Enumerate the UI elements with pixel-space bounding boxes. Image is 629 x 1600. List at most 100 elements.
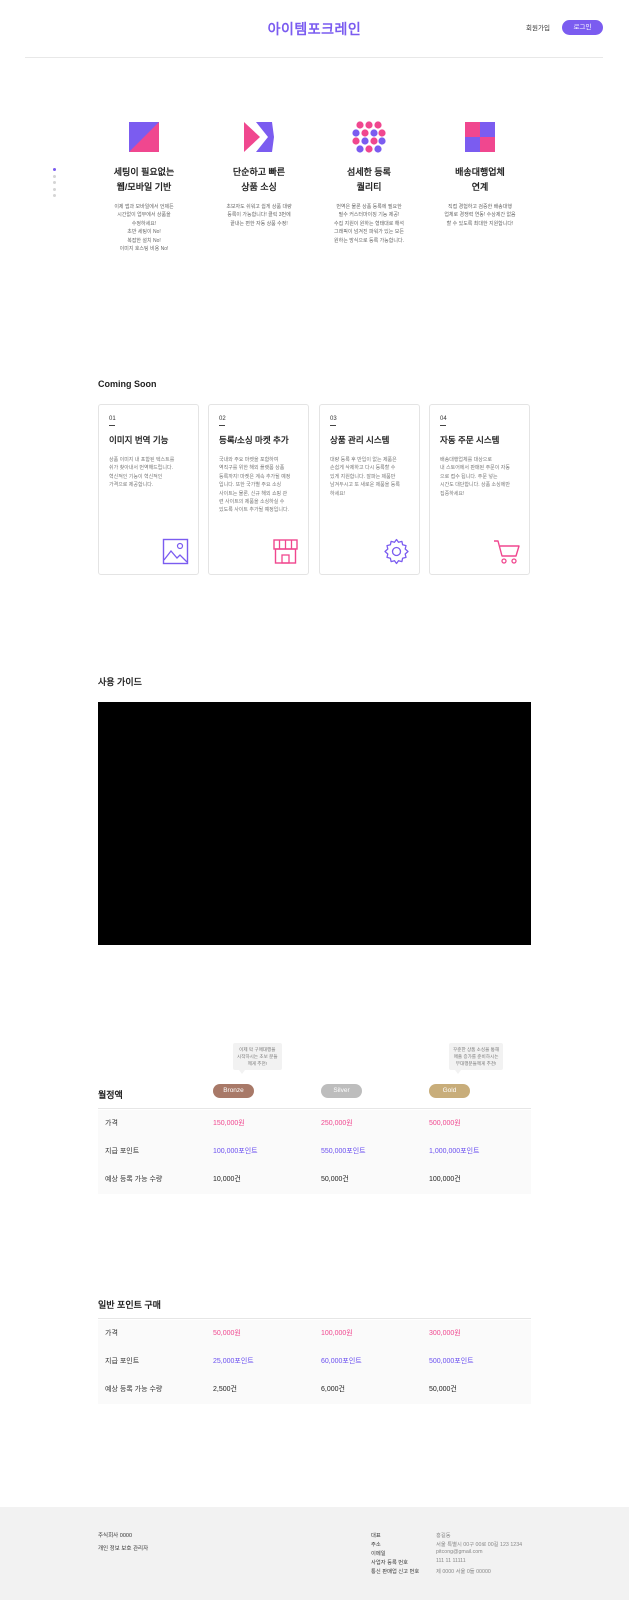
- pagination-dot-active[interactable]: [53, 168, 56, 171]
- guide-title: 사용 가이드: [98, 677, 142, 687]
- footer-info-key: 사업자 등록 번호: [371, 1560, 409, 1566]
- gold-tooltip: 꾸준한 상품 소싱을 통해 매출 증가를 준비하시는 부대행분들께게 추천!: [449, 1043, 504, 1074]
- silver-price: 250,000원: [321, 1120, 353, 1127]
- card-title: 이미지 번역 기능: [109, 435, 169, 445]
- gold-price: 500,000원: [429, 1120, 461, 1127]
- card-title: 상품 관리 시스템: [330, 435, 390, 445]
- card-number: 02: [219, 416, 226, 422]
- silver-badge[interactable]: Silver: [321, 1084, 362, 1098]
- bronze-tooltip: 이제 막 구매대행을 시작하시는 초보 분들 께게 추천!: [233, 1043, 282, 1074]
- header-divider: [25, 57, 603, 58]
- row-label: 예상 등록 가능 수량: [105, 1176, 163, 1183]
- footer-info-value: 홍길동: [436, 1533, 451, 1539]
- feature-title: 단순하고 빠른 상품 소싱: [232, 167, 286, 192]
- card-desc: 국내와 주요 마켓을 포함하여 역직구를 위한 해외 플랫폼 상품 등록까지! …: [219, 457, 291, 514]
- card-title: 등록/소싱 마켓 추가: [219, 435, 289, 445]
- coming-soon-card: 03 상품 관리 시스템 대량 등록 후 반입이 없는 제품은 손쉽게 삭제하고…: [319, 404, 420, 575]
- footer-info-value: 서울 특별시 00구 00로 00길 123 1234: [436, 1542, 523, 1548]
- feature-item: 섬세한 등록 퀄리티 번역은 물론 상품 등록에 필요한 필수 커스터마이징 기…: [314, 120, 424, 245]
- coming-soon-card: 04 자동 주문 시스템 배송대행업체를 대상으로 내 스토어에서 판매된 주문…: [429, 404, 530, 575]
- gear-icon: [384, 538, 409, 565]
- card-number-underline: [330, 425, 336, 426]
- cart-icon: [494, 540, 520, 564]
- tier2-price: 100,000원: [321, 1330, 353, 1337]
- bronze-price: 150,000원: [213, 1120, 245, 1127]
- arrow-chevron-icon: [244, 122, 274, 152]
- card-number: 03: [330, 416, 337, 422]
- tier3-points: 500,000포인트: [429, 1358, 474, 1365]
- footer-company: 주식회사 0000: [98, 1533, 133, 1539]
- site-header: 아이템포크레인 회원가입 로그인: [0, 0, 629, 58]
- split-square-icon: [129, 122, 159, 152]
- table-row: 예상 등록 가능 수량 2,500건 6,000건 50,000건: [98, 1376, 531, 1404]
- silver-quantity: 50,000건: [321, 1176, 349, 1183]
- tier3-quantity: 50,000건: [429, 1386, 457, 1393]
- card-number: 01: [109, 416, 116, 422]
- card-desc: 상품 이미지 내 포함된 텍스트를 쉬가 찾아내서 번역해드립니다. 혁신적인 …: [109, 457, 175, 489]
- footer-info-key: 주소: [371, 1542, 381, 1548]
- footer-info-key: 이메일: [371, 1551, 386, 1557]
- tier1-quantity: 2,500건: [213, 1386, 237, 1393]
- feature-item: 단순하고 빠른 상품 소싱 초보자도 쉬워고 쉽게 상품 대량 등록이 가능합니…: [204, 120, 314, 228]
- bronze-badge[interactable]: Bronze: [213, 1084, 254, 1098]
- gold-badge[interactable]: Gold: [429, 1084, 470, 1098]
- checker-square-icon: [465, 122, 495, 152]
- site-footer: 주식회사 0000 개인 정보 보호 관리자 대표 홍길동 주소 서울 특별시 …: [0, 1507, 629, 1600]
- pagination-dot[interactable]: [53, 194, 56, 197]
- pagination-dot[interactable]: [53, 187, 56, 191]
- signup-link[interactable]: 회원가입: [526, 22, 550, 32]
- dots-grid-icon: [352, 121, 386, 153]
- row-label: 가격: [105, 1330, 118, 1337]
- table-row: 지급 포인트 25,000포인트 60,000포인트 500,000포인트: [98, 1348, 531, 1376]
- tier1-price: 50,000원: [213, 1330, 241, 1337]
- feature-desc: 번역은 물론 상품 등록에 필요한 필수 커스터마이징 기능 제공! 수집 지원…: [334, 204, 404, 244]
- tier2-quantity: 6,000건: [321, 1386, 345, 1393]
- store-icon: [273, 539, 298, 564]
- pagination-dot[interactable]: [53, 174, 56, 178]
- bronze-points: 100,000포인트: [213, 1148, 258, 1155]
- card-number-underline: [109, 425, 115, 426]
- pagination-dot[interactable]: [53, 181, 56, 184]
- feature-title: 배송대행업체 연계: [455, 167, 505, 192]
- guide-video-player[interactable]: [98, 702, 531, 945]
- card-number-underline: [219, 425, 225, 426]
- footer-info-value: 111 11 11111: [436, 1558, 466, 1564]
- footer-info-value: pitcong@gmail.com: [436, 1549, 483, 1555]
- card-number: 04: [440, 416, 447, 422]
- feature-desc: 이제 앱과 모바일에서 언제든 시간없이 업무에서 상품을 수정하세요! 초반 …: [114, 204, 174, 253]
- footer-info-key: 대표: [371, 1533, 381, 1539]
- table-row: 가격 50,000원 100,000원 300,000원: [98, 1320, 531, 1348]
- monthly-price-table: 가격 150,000원 250,000원 500,000원 지급 포인트 100…: [98, 1110, 531, 1194]
- table-row: 가격 150,000원 250,000원 500,000원: [98, 1110, 531, 1138]
- feature-desc: 직접 경험하고 검증한 배송대행 업체로 경쟁력 연동! 수상제간 없음 할 수…: [444, 204, 516, 227]
- feature-desc: 초보자도 쉬워고 쉽게 상품 대량 등록이 가능합니다! 클릭 3번에 끝내는 …: [226, 204, 292, 227]
- card-desc: 대량 등록 후 반입이 없는 제품은 손쉽게 삭제하고 다시 등록할 수 있게 …: [330, 457, 400, 497]
- login-button[interactable]: 로그인: [562, 20, 603, 35]
- card-desc: 배송대행업체를 대상으로 내 스토어에서 판매된 주문이 자동 으로 접수 됩니…: [440, 457, 510, 497]
- points-title: 일반 포인트 구매: [98, 1300, 161, 1310]
- bronze-quantity: 10,000건: [213, 1176, 241, 1183]
- monthly-title: 월정액: [98, 1090, 123, 1100]
- image-icon: [162, 538, 189, 565]
- feature-item: 세팅이 필요없는 웹/모바일 기반 이제 앱과 모바일에서 언제든 시간없이 업…: [89, 120, 199, 253]
- row-label: 가격: [105, 1120, 118, 1127]
- row-label: 지급 포인트: [105, 1148, 140, 1155]
- points-price-table: 가격 50,000원 100,000원 300,000원 지급 포인트 25,0…: [98, 1320, 531, 1404]
- silver-points: 550,000포인트: [321, 1148, 366, 1155]
- table-row: 지급 포인트 100,000포인트 550,000포인트 1,000,000포인…: [98, 1138, 531, 1166]
- card-title: 자동 주문 시스템: [440, 435, 500, 445]
- coming-soon-title: Coming Soon: [98, 379, 157, 389]
- card-number-underline: [440, 425, 446, 426]
- feature-title: 세팅이 필요없는 웹/모바일 기반: [113, 167, 175, 192]
- coming-soon-card: 01 이미지 번역 기능 상품 이미지 내 포함된 텍스트를 쉬가 찾아내서 번…: [98, 404, 199, 575]
- row-label: 예상 등록 가능 수량: [105, 1386, 163, 1393]
- coming-soon-card: 02 등록/소싱 마켓 추가 국내와 주요 마켓을 포함하여 역직구를 위한 해…: [208, 404, 309, 575]
- monthly-divider: [98, 1108, 531, 1109]
- footer-info-value: 제 0000 서울 0들 00000: [436, 1569, 491, 1575]
- row-label: 지급 포인트: [105, 1358, 140, 1365]
- table-row: 예상 등록 가능 수량 10,000건 50,000건 100,000건: [98, 1166, 531, 1194]
- points-divider: [98, 1318, 531, 1319]
- footer-privacy-link[interactable]: 개인 정보 보호 관리자: [98, 1544, 148, 1552]
- footer-info-key: 통신 판매업 신고 번호: [371, 1569, 420, 1575]
- gold-points: 1,000,000포인트: [429, 1148, 480, 1155]
